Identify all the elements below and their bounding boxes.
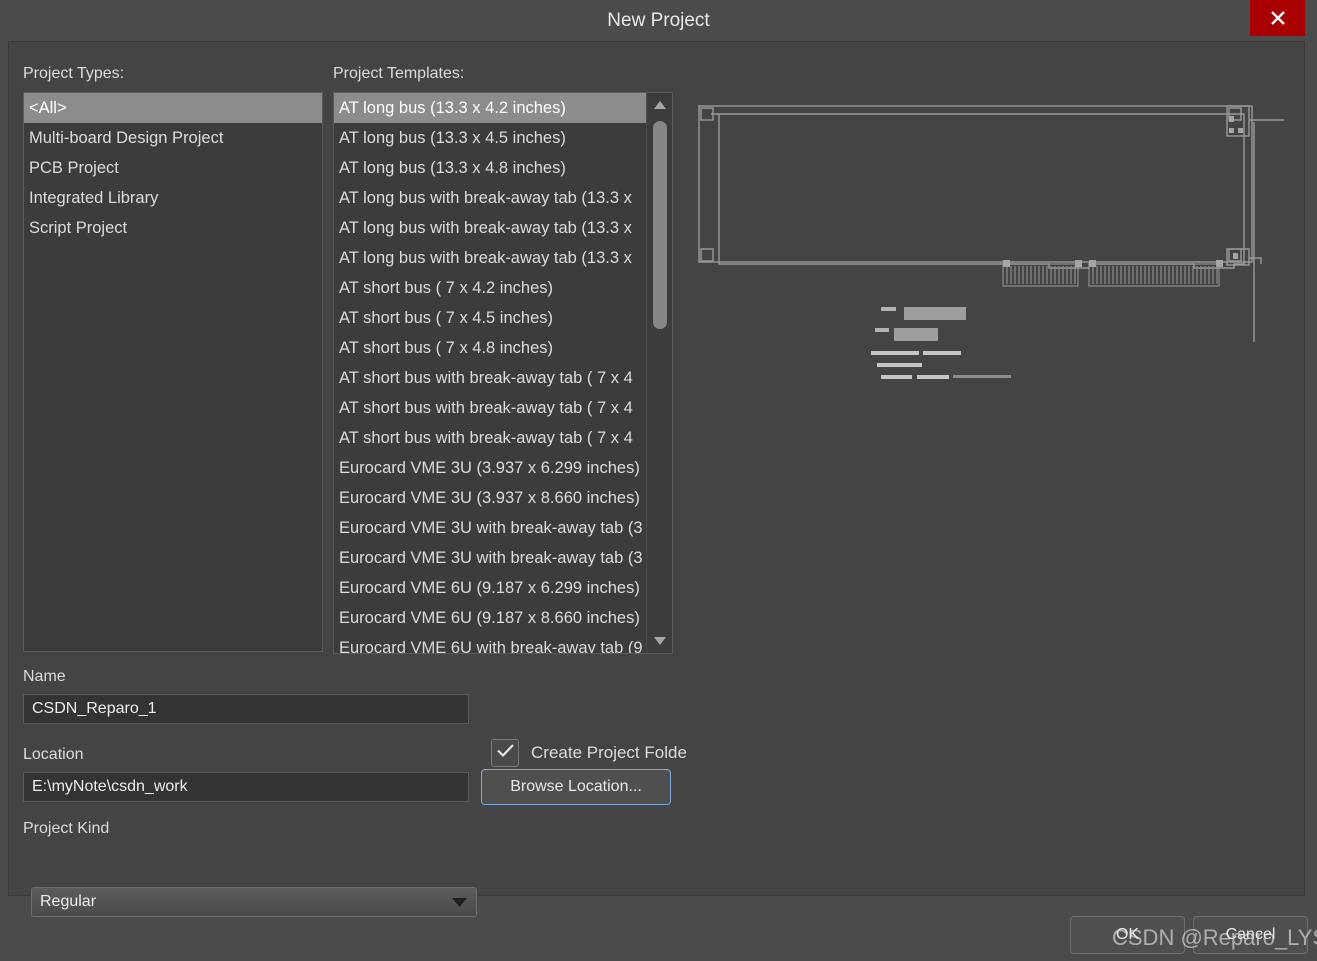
project-template-item[interactable]: Eurocard VME 6U with break-away tab (9: [334, 633, 646, 653]
project-templates-listbox[interactable]: AT long bus (13.3 x 4.2 inches) AT long b…: [333, 92, 673, 654]
scroll-down-arrow-icon[interactable]: [647, 629, 672, 653]
create-project-folder-checkbox[interactable]: Create Project Folde: [491, 739, 687, 767]
project-template-item[interactable]: AT short bus with break-away tab ( 7 x 4: [334, 423, 646, 453]
pcb-title-block: [871, 307, 1011, 379]
project-templates-label: Project Templates:: [333, 65, 465, 82]
template-preview: [689, 92, 1289, 652]
name-input[interactable]: [23, 694, 469, 724]
checkbox-box: [491, 739, 519, 767]
scroll-up-arrow-icon[interactable]: [647, 93, 672, 117]
dialog-content-panel: Project Types: Project Templates: <All> M…: [8, 41, 1305, 917]
project-template-item[interactable]: Eurocard VME 3U (3.937 x 6.299 inches): [334, 453, 646, 483]
window-title: New Project: [607, 10, 710, 31]
cancel-button[interactable]: Cancel: [1193, 916, 1308, 954]
project-template-item[interactable]: Eurocard VME 3U with break-away tab (3: [334, 543, 646, 573]
project-template-item[interactable]: AT long bus (13.3 x 4.2 inches): [334, 93, 646, 123]
name-label: Name: [23, 668, 66, 685]
close-icon: [1268, 8, 1288, 28]
project-kind-select[interactable]: Regular: [31, 887, 477, 917]
window-titlebar: New Project: [0, 0, 1317, 41]
scrollbar-thumb[interactable]: [653, 121, 667, 329]
project-type-item[interactable]: Script Project: [24, 213, 322, 243]
create-project-folder-label: Create Project Folde: [531, 743, 687, 762]
checkmark-icon: [496, 743, 515, 763]
project-types-label: Project Types:: [23, 65, 125, 82]
project-template-item[interactable]: AT long bus with break-away tab (13.3 x: [334, 213, 646, 243]
project-template-item[interactable]: AT short bus ( 7 x 4.5 inches): [334, 303, 646, 333]
project-type-item[interactable]: PCB Project: [24, 153, 322, 183]
project-type-item[interactable]: <All>: [24, 93, 322, 123]
project-types-listbox[interactable]: <All> Multi-board Design Project PCB Proje…: [23, 92, 323, 652]
location-label: Location: [23, 746, 84, 763]
project-template-item[interactable]: Eurocard VME 6U (9.187 x 8.660 inches): [334, 603, 646, 633]
project-template-item[interactable]: AT short bus with break-away tab ( 7 x 4: [334, 363, 646, 393]
ok-button[interactable]: OK: [1070, 916, 1185, 954]
close-button[interactable]: [1250, 0, 1305, 36]
project-type-item[interactable]: Multi-board Design Project: [24, 123, 322, 153]
project-kind-label: Project Kind: [23, 820, 110, 837]
project-template-item[interactable]: AT long bus (13.3 x 4.8 inches): [334, 153, 646, 183]
project-template-item[interactable]: AT short bus ( 7 x 4.2 inches): [334, 273, 646, 303]
pcb-outline-graphic: [698, 105, 1284, 379]
project-kind-value: Regular: [40, 893, 97, 910]
project-template-item[interactable]: Eurocard VME 3U with break-away tab (3: [334, 513, 646, 543]
templates-scrollbar[interactable]: [646, 93, 672, 653]
project-template-item[interactable]: AT long bus with break-away tab (13.3 x: [334, 183, 646, 213]
location-input[interactable]: [23, 772, 469, 802]
project-template-item[interactable]: Eurocard VME 3U (3.937 x 8.660 inches): [334, 483, 646, 513]
chevron-down-icon: [442, 897, 476, 908]
project-template-item[interactable]: Eurocard VME 6U (9.187 x 6.299 inches): [334, 573, 646, 603]
browse-location-button[interactable]: Browse Location...: [481, 769, 671, 805]
project-type-item[interactable]: Integrated Library: [24, 183, 322, 213]
project-template-item[interactable]: AT long bus (13.3 x 4.5 inches): [334, 123, 646, 153]
project-template-item[interactable]: AT long bus with break-away tab (13.3 x: [334, 243, 646, 273]
project-template-item[interactable]: AT short bus ( 7 x 4.8 inches): [334, 333, 646, 363]
project-template-item[interactable]: AT short bus with break-away tab ( 7 x 4: [334, 393, 646, 423]
